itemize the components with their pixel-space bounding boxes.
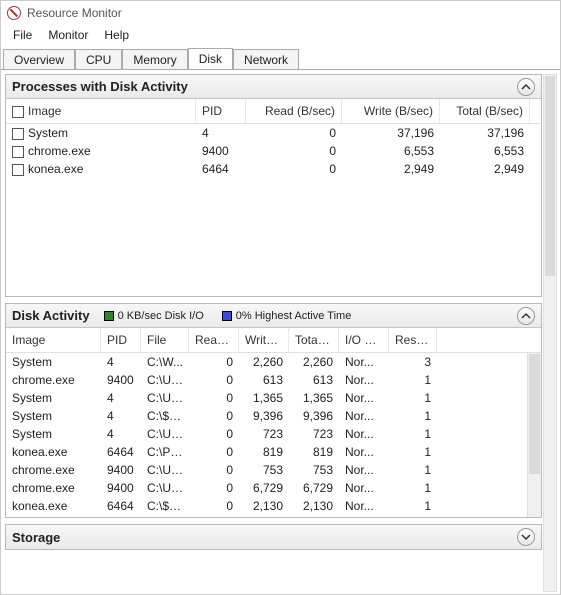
panel-storage-header[interactable]: Storage [6,525,541,549]
panel-storage: Storage [5,524,542,550]
legend-blue-icon [222,311,232,321]
collapse-button[interactable] [517,307,535,325]
chevron-up-icon [521,82,531,92]
table-row[interactable]: chrome.exe9400C:\Us...06,7296,729Nor...1 [6,479,527,497]
col-image[interactable]: Image [6,328,101,352]
table-row[interactable]: System4C:\W...02,2602,260Nor...3 [6,353,527,371]
panel-title: Storage [12,530,60,545]
scrollbar-thumb[interactable] [545,76,555,276]
content-area: Processes with Disk Activity Image PID R… [5,74,542,592]
panel-title: Disk Activity [12,308,90,323]
legend-blue-text: 0% Highest Active Time [236,310,352,322]
tab-overview[interactable]: Overview [3,49,75,69]
panel2-col-headers: Image PID File Read ... Write... Total .… [6,328,541,353]
table-row[interactable]: System4C:\Us...01,3651,365Nor...1 [6,389,527,407]
legend-green-text: 0 KB/sec Disk I/O [118,310,204,322]
col-iopr[interactable]: I/O Pr... [339,328,389,352]
panel-processes-header[interactable]: Processes with Disk Activity [6,75,541,99]
tab-cpu[interactable]: CPU [75,49,122,69]
table-row[interactable]: chrome.exe940006,5536,553 [6,142,541,160]
col-resp[interactable]: Resp... [389,328,437,352]
table-row[interactable]: System4C:\$L...09,3969,396Nor...1 [6,407,527,425]
col-write[interactable]: Write... [239,328,289,352]
panel1-body: System4037,19637,196chrome.exe940006,553… [6,124,541,296]
row-checkbox[interactable] [12,146,24,158]
panel-disk-activity-header[interactable]: Disk Activity 0 KB/sec Disk I/O 0% Highe… [6,304,541,328]
tab-body: Processes with Disk Activity Image PID R… [1,69,560,595]
menu-monitor[interactable]: Monitor [40,26,96,44]
panel2-rows: System4C:\W...02,2602,260Nor...3chrome.e… [6,353,527,515]
table-row[interactable]: chrome.exe9400C:\Us...0613613Nor...1 [6,371,527,389]
table-row[interactable]: System4C:\Us...0723723Nor...1 [6,425,527,443]
tabstrip: Overview CPU Memory Disk Network [1,45,560,69]
tab-memory[interactable]: Memory [122,49,187,69]
col-file[interactable]: File [141,328,189,352]
chevron-down-icon [521,532,531,542]
col-image[interactable]: Image [6,99,196,123]
app-title: Resource Monitor [27,6,122,20]
menu-help[interactable]: Help [96,26,137,44]
expand-button[interactable] [517,528,535,546]
titlebar: Resource Monitor [1,1,560,25]
outer-scrollbar[interactable] [543,74,557,592]
scrollbar-thumb[interactable] [529,354,540,474]
col-write[interactable]: Write (B/sec) [342,99,440,123]
col-read[interactable]: Read ... [189,328,239,352]
col-total[interactable]: Total ... [289,328,339,352]
col-read[interactable]: Read (B/sec) [246,99,342,123]
row-checkbox[interactable] [12,164,24,176]
tab-disk[interactable]: Disk [188,48,233,69]
panel-disk-activity: Disk Activity 0 KB/sec Disk I/O 0% Highe… [5,303,542,518]
panel2-scrollbar[interactable] [527,353,541,517]
menu-file[interactable]: File [5,26,40,44]
header-checkbox[interactable] [12,106,24,118]
table-row[interactable]: konea.exe646402,9492,949 [6,160,541,178]
row-checkbox[interactable] [12,128,24,140]
table-row[interactable]: konea.exe6464C:\Pr...0819819Nor...1 [6,443,527,461]
panel-processes-disk-activity: Processes with Disk Activity Image PID R… [5,74,542,297]
panel1-rows: System4037,19637,196chrome.exe940006,553… [6,124,541,178]
collapse-button[interactable] [517,78,535,96]
panel-title: Processes with Disk Activity [12,79,188,94]
col-pid[interactable]: PID [101,328,141,352]
chevron-up-icon [521,311,531,321]
table-row[interactable]: System4037,19637,196 [6,124,541,142]
col-pid[interactable]: PID [196,99,246,123]
app-icon [7,6,21,20]
resource-monitor-window: Resource Monitor File Monitor Help Overv… [0,0,561,595]
table-row[interactable]: chrome.exe9400C:\Us...0753753Nor...1 [6,461,527,479]
panel1-col-headers: Image PID Read (B/sec) Write (B/sec) Tot… [6,99,541,124]
legend-green-icon [104,311,114,321]
table-row[interactable]: konea.exe6464C:\$L...02,1302,130Nor...1 [6,497,527,515]
panel2-body: System4C:\W...02,2602,260Nor...3chrome.e… [6,353,541,517]
tab-network[interactable]: Network [233,49,299,69]
menubar: File Monitor Help [1,25,560,45]
col-total[interactable]: Total (B/sec) [440,99,530,123]
